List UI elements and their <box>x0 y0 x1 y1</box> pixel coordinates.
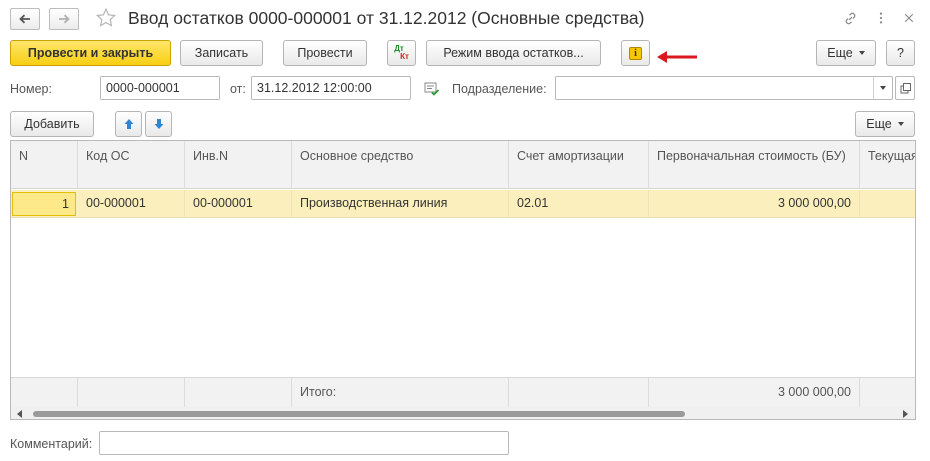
division-label: Подразделение: <box>452 82 547 96</box>
cell-current[interactable] <box>860 190 915 218</box>
assets-table[interactable]: N Код ОС Инв.N Основное средство Счет ам… <box>10 140 916 420</box>
more-label: Еще <box>827 46 853 60</box>
column-header-cost[interactable]: Первоначальная стоимость (БУ) <box>649 141 860 189</box>
close-icon[interactable] <box>900 9 918 27</box>
column-header-asset[interactable]: Основное средство <box>292 141 509 189</box>
chevron-down-icon <box>880 86 886 90</box>
arrow-up-icon <box>124 119 133 129</box>
save-button[interactable]: Записать <box>180 40 263 66</box>
scroll-right-icon[interactable] <box>902 410 908 418</box>
footer-cell <box>78 378 185 408</box>
scroll-left-icon[interactable] <box>17 410 23 418</box>
more-options-icon[interactable] <box>872 9 890 27</box>
footer-total-cost: 3 000 000,00 <box>649 378 860 408</box>
arrow-down-icon <box>154 119 163 129</box>
footer-cell <box>185 378 292 408</box>
chevron-down-icon <box>858 51 865 55</box>
more-button[interactable]: Еще <box>816 40 876 66</box>
column-header-n[interactable]: N <box>11 141 78 189</box>
window-title: Ввод остатков 0000-000001 от 31.12.2012 … <box>128 8 645 28</box>
scrollbar-thumb[interactable] <box>33 411 685 417</box>
date-label: от: <box>230 82 246 96</box>
arrow-right-icon <box>59 14 70 24</box>
table-more-button[interactable]: Еще <box>855 111 915 137</box>
link-icon[interactable] <box>841 9 859 27</box>
cell-inv[interactable]: 00-000001 <box>185 190 292 218</box>
footer-cell <box>11 378 78 408</box>
arrow-left-icon <box>19 14 30 24</box>
open-window-icon <box>900 82 911 93</box>
date-field[interactable]: 31.12.2012 12:00:00 <box>251 76 411 100</box>
annotation-arrow-icon <box>657 51 697 63</box>
post-and-close-button[interactable]: Провести и закрыть <box>10 40 171 66</box>
add-row-button[interactable]: Добавить <box>10 111 94 137</box>
info-icon: i <box>629 46 642 60</box>
table-footer: Итого: 3 000 000,00 <box>11 377 915 408</box>
horizontal-scrollbar[interactable] <box>11 407 915 419</box>
cell-account[interactable]: 02.01 <box>509 190 649 218</box>
number-field[interactable]: 0000-000001 <box>100 76 220 100</box>
cell-code[interactable]: 00-000001 <box>78 190 185 218</box>
help-button[interactable]: ? <box>886 40 915 66</box>
division-open-button[interactable] <box>895 76 915 100</box>
dt-kt-icon-bottom: Кт <box>400 52 409 61</box>
table-row[interactable]: 1 00-000001 00-000001 Производственная л… <box>11 190 915 218</box>
division-dropdown-button[interactable] <box>873 77 892 99</box>
cell-n[interactable]: 1 <box>12 192 76 216</box>
move-up-button[interactable] <box>115 111 142 137</box>
back-button[interactable] <box>10 8 40 30</box>
comment-field[interactable] <box>99 431 509 455</box>
balance-mode-button[interactable]: Режим ввода остатков... <box>426 40 601 66</box>
column-header-current[interactable]: Текущая <box>860 141 915 189</box>
table-more-label: Еще <box>866 117 892 131</box>
posted-document-icon[interactable] <box>424 82 440 96</box>
footer-cell <box>860 378 915 408</box>
comment-label: Комментарий: <box>10 437 93 451</box>
favorite-star-icon[interactable] <box>95 7 117 29</box>
cell-asset[interactable]: Производственная линия <box>292 190 509 218</box>
chevron-down-icon <box>897 122 904 126</box>
column-header-account[interactable]: Счет амортизации <box>509 141 649 189</box>
column-header-code[interactable]: Код ОС <box>78 141 185 189</box>
column-header-inv[interactable]: Инв.N <box>185 141 292 189</box>
post-button[interactable]: Провести <box>283 40 367 66</box>
number-label: Номер: <box>10 82 52 96</box>
move-down-button[interactable] <box>145 111 172 137</box>
table-header: N Код ОС Инв.N Основное средство Счет ам… <box>11 141 915 189</box>
footer-total-label: Итого: <box>292 378 509 408</box>
info-button[interactable]: i <box>621 40 650 66</box>
division-field[interactable] <box>555 76 893 100</box>
forward-button[interactable] <box>49 8 79 30</box>
dt-kt-button[interactable]: Дт Кт <box>387 40 416 66</box>
cell-cost[interactable]: 3 000 000,00 <box>649 190 860 218</box>
footer-cell <box>509 378 649 408</box>
